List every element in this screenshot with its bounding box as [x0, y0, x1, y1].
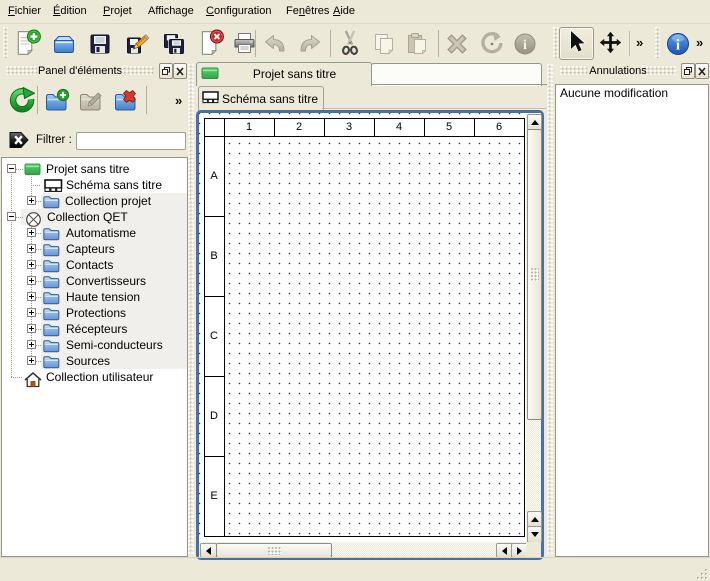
svg-text:i: i [676, 38, 680, 54]
svg-text:i: i [523, 38, 527, 53]
